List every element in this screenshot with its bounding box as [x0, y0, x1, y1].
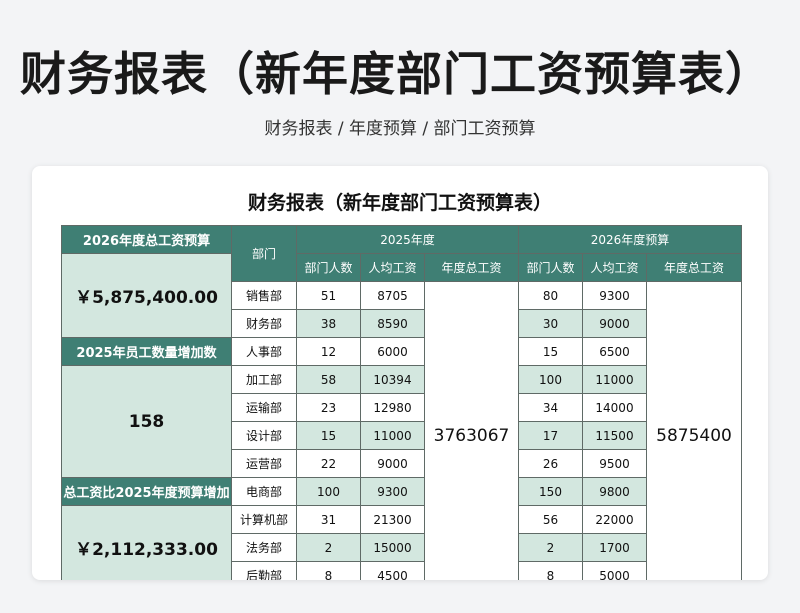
col-group-2026: 2026年度预算 — [518, 225, 742, 254]
headcount-2026-cell: 80 — [518, 281, 583, 310]
department-cell: 计算机部 — [231, 505, 297, 534]
department-cell: 财务部 — [231, 309, 297, 338]
table-row: 总工资比2025年度预算增加 电商部 100 9300 150 9800 — [61, 477, 742, 506]
department-cell: 电商部 — [231, 477, 297, 506]
avg-salary-2026-cell: 9500 — [582, 449, 647, 478]
col-header-annual-total-2026: 年度总工资 — [646, 253, 742, 282]
breadcrumb: 财务报表 / 年度预算 / 部门工资预算 — [264, 119, 536, 139]
department-cell: 设计部 — [231, 421, 297, 450]
headcount-2026-cell: 26 — [518, 449, 583, 478]
avg-salary-2025-cell: 6000 — [360, 337, 425, 366]
avg-salary-2026-cell: 6500 — [582, 337, 647, 366]
headcount-2026-cell: 34 — [518, 393, 583, 422]
headcount-2025-cell: 51 — [296, 281, 361, 310]
col-header-headcount-2025: 部门人数 — [296, 253, 361, 282]
avg-salary-2026-cell: 22000 — [582, 505, 647, 534]
avg-salary-2025-cell: 8590 — [360, 309, 425, 338]
avg-salary-2025-cell: 4500 — [360, 561, 425, 580]
headcount-2026-cell: 2 — [518, 533, 583, 562]
department-cell: 销售部 — [231, 281, 297, 310]
col-header-avg-salary-2025: 人均工资 — [360, 253, 425, 282]
department-cell: 人事部 — [231, 337, 297, 366]
page-title: 财务报表（新年度部门工资预算表） — [20, 47, 772, 101]
headcount-2025-cell: 38 — [296, 309, 361, 338]
avg-salary-2025-cell: 9000 — [360, 449, 425, 478]
table-row: 2025年员工数量增加数 人事部 12 6000 15 6500 — [61, 337, 742, 366]
headcount-2025-cell: 15 — [296, 421, 361, 450]
department-cell: 运营部 — [231, 449, 297, 478]
avg-salary-2026-cell: 9800 — [582, 477, 647, 506]
col-header-headcount-2026: 部门人数 — [518, 253, 583, 282]
headcount-2025-cell: 12 — [296, 337, 361, 366]
avg-salary-2025-cell: 11000 — [360, 421, 425, 450]
table-row: ￥2,112,333.00 计算机部 31 21300 56 22000 — [61, 505, 742, 580]
total-budget-label: 2026年度总工资预算 — [61, 225, 232, 254]
staff-increase-label: 2025年员工数量增加数 — [61, 337, 232, 366]
department-cell: 法务部 — [231, 533, 297, 562]
headcount-2026-cell: 150 — [518, 477, 583, 506]
annual-total-2025: 3763067 — [424, 281, 519, 580]
budget-table: 2026年度总工资预算 部门 2025年度 2026年度预算 ￥5,875,40… — [61, 225, 742, 580]
department-cell: 后勤部 — [231, 561, 297, 580]
avg-salary-2026-cell: 5000 — [582, 561, 647, 580]
table-title: 财务报表（新年度部门工资预算表） — [247, 192, 552, 214]
staff-increase-value: 158 — [61, 365, 232, 478]
headcount-2026-cell: 56 — [518, 505, 583, 534]
col-header-annual-total-2025: 年度总工资 — [424, 253, 519, 282]
avg-salary-2026-cell: 9300 — [582, 281, 647, 310]
avg-salary-2025-cell: 8705 — [360, 281, 425, 310]
department-cell: 运输部 — [231, 393, 297, 422]
header-row-1: 2026年度总工资预算 部门 2025年度 2026年度预算 — [61, 225, 742, 282]
avg-salary-2026-cell: 9000 — [582, 309, 647, 338]
headcount-2025-cell: 58 — [296, 365, 361, 394]
headcount-2025-cell: 100 — [296, 477, 361, 506]
salary-increase-value: ￥2,112,333.00 — [61, 505, 232, 580]
col-header-avg-salary-2026: 人均工资 — [582, 253, 647, 282]
avg-salary-2026-cell: 11500 — [582, 421, 647, 450]
annual-total-2026: 5875400 — [646, 281, 742, 580]
headcount-2025-cell: 31 — [296, 505, 361, 534]
headcount-2026-cell: 15 — [518, 337, 583, 366]
total-budget-value: ￥5,875,400.00 — [61, 253, 232, 338]
header-row-2: ￥5,875,400.00 部门人数 人均工资 年度总工资 部门人数 人均工资 … — [61, 253, 742, 338]
department-cell: 加工部 — [231, 365, 297, 394]
headcount-2026-cell: 8 — [518, 561, 583, 580]
col-group-2025: 2025年度 — [296, 225, 519, 254]
headcount-2025-cell: 22 — [296, 449, 361, 478]
headcount-2026-cell: 30 — [518, 309, 583, 338]
avg-salary-2025-cell: 12980 — [360, 393, 425, 422]
avg-salary-2025-cell: 9300 — [360, 477, 425, 506]
headcount-2025-cell: 2 — [296, 533, 361, 562]
report-card: 财务报表（新年度部门工资预算表） 2026年度总工资预算 部门 2025年度 2… — [32, 166, 768, 580]
table-row: 158 加工部 58 10394 100 11000 — [61, 365, 742, 478]
avg-salary-2025-cell: 21300 — [360, 505, 425, 534]
headcount-2026-cell: 17 — [518, 421, 583, 450]
col-header-department: 部门 — [231, 225, 297, 282]
headcount-2026-cell: 100 — [518, 365, 583, 394]
avg-salary-2025-cell: 15000 — [360, 533, 425, 562]
avg-salary-2025-cell: 10394 — [360, 365, 425, 394]
headcount-2025-cell: 23 — [296, 393, 361, 422]
avg-salary-2026-cell: 11000 — [582, 365, 647, 394]
headcount-2025-cell: 8 — [296, 561, 361, 580]
salary-increase-label: 总工资比2025年度预算增加 — [61, 477, 232, 506]
avg-salary-2026-cell: 1700 — [582, 533, 647, 562]
avg-salary-2026-cell: 14000 — [582, 393, 647, 422]
